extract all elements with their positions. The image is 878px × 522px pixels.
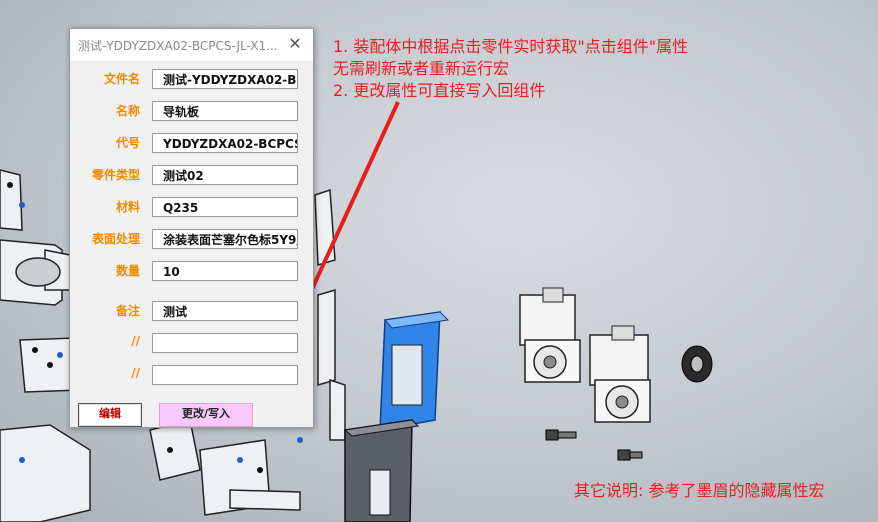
name-field[interactable]: 导轨板: [152, 101, 298, 121]
part-type-field[interactable]: 测试02: [152, 165, 298, 185]
material-field[interactable]: Q235: [152, 197, 298, 217]
annotation-line-1: 1. 装配体中根据点击零件实时获取"点击组件"属性: [333, 37, 689, 56]
write-button[interactable]: 更改/写入: [159, 403, 253, 427]
edit-button[interactable]: 编辑: [78, 403, 142, 427]
quantity-field[interactable]: 10: [152, 261, 298, 281]
dialog-titlebar[interactable]: 测试-YDDYZDXA02-BCPCS-JL-X1... ✕: [70, 29, 313, 61]
extra-field-2[interactable]: [152, 365, 298, 385]
label-filename: 文件名: [103, 72, 140, 86]
label-material: 材料: [115, 200, 140, 214]
filename-field[interactable]: 测试-YDDYZDXA02-BCPCS-JL-X1: [152, 69, 298, 89]
label-part-type: 零件类型: [91, 168, 140, 182]
label-code: 代号: [115, 136, 140, 150]
close-icon[interactable]: ✕: [285, 34, 305, 54]
extra-field-1[interactable]: [152, 333, 298, 353]
annotation-line-3: 2. 更改属性可直接写入回组件: [333, 81, 546, 100]
label-extra-1: //: [131, 334, 140, 348]
property-dialog: 测试-YDDYZDXA02-BCPCS-JL-X1... ✕ 文件名 测试-YD…: [69, 28, 314, 428]
label-remark: 备注: [115, 304, 140, 318]
annotation-line-2: 无需刷新或者重新运行宏: [333, 59, 510, 78]
annotation-footer: 其它说明: 参考了墨眉的隐藏属性宏: [574, 481, 825, 500]
label-extra-2: //: [131, 366, 140, 380]
code-field[interactable]: YDDYZDXA02-BCPCS-JL-X1: [152, 133, 298, 153]
label-surface: 表面处理: [91, 232, 140, 246]
label-name: 名称: [115, 104, 140, 118]
dialog-title: 测试-YDDYZDXA02-BCPCS-JL-X1...: [78, 39, 278, 53]
remark-field[interactable]: 测试: [152, 301, 298, 321]
label-quantity: 数量: [115, 264, 140, 278]
surface-treatment-field[interactable]: 涂装表面芒塞尔色标5Y9/1: [152, 229, 298, 249]
